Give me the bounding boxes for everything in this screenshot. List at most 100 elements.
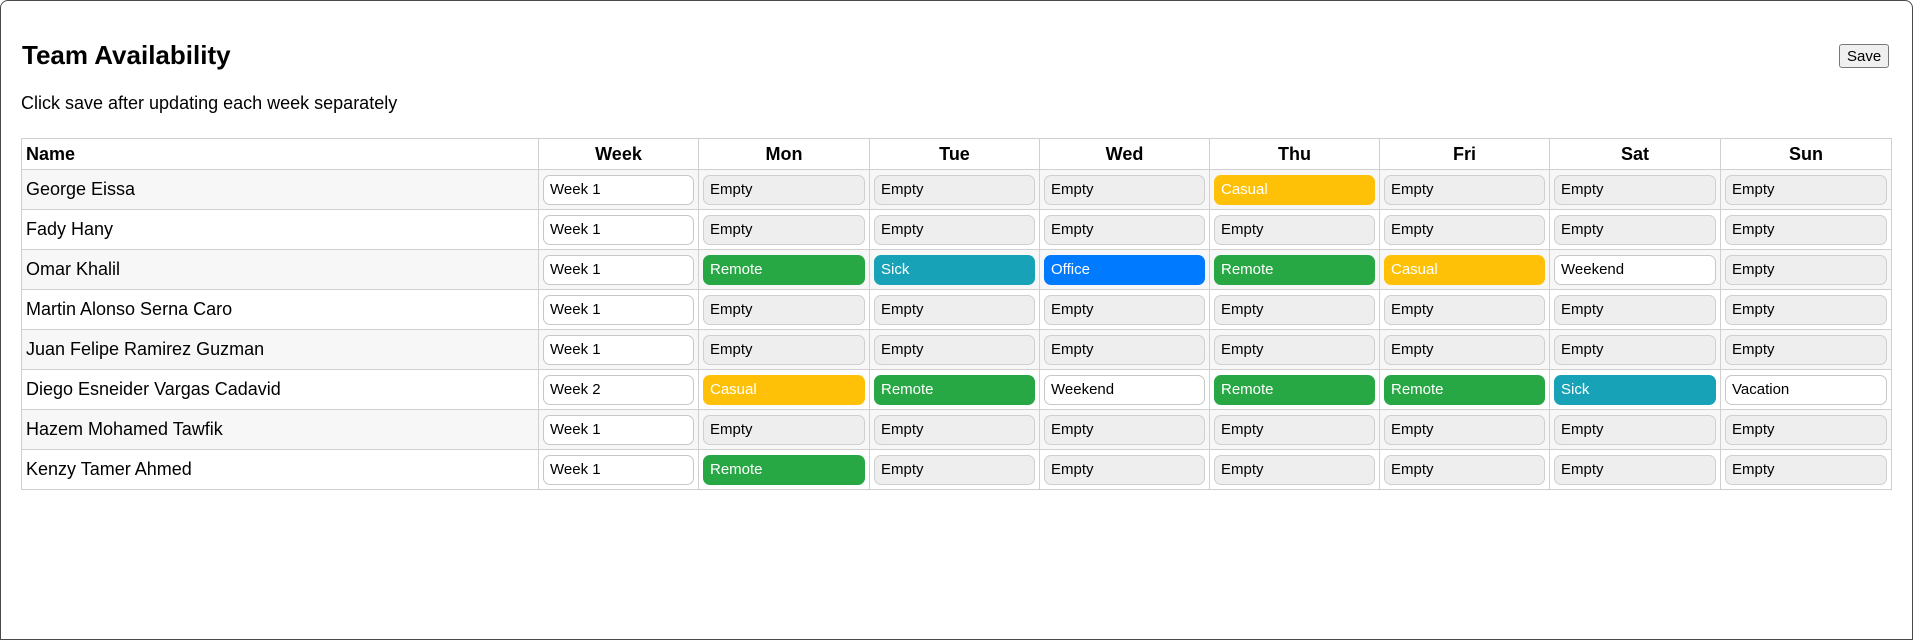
day-cell-thu: Remote <box>1209 249 1380 290</box>
status-select-thu[interactable]: Empty <box>1214 454 1375 485</box>
status-select-thu[interactable]: Remote <box>1214 374 1375 405</box>
day-cell-mon: Remote <box>698 449 870 490</box>
status-select-thu[interactable]: Empty <box>1214 334 1375 365</box>
table-row: Omar Khalil Week 1 Remote Sick Office Remote C… <box>21 249 1892 290</box>
status-select-tue[interactable]: Empty <box>874 334 1035 365</box>
status-select-sat[interactable]: Weekend <box>1554 254 1716 285</box>
status-select-fri[interactable]: Empty <box>1384 214 1545 245</box>
status-select-wed[interactable]: Empty <box>1044 334 1205 365</box>
status-select-tue[interactable]: Empty <box>874 414 1035 445</box>
status-select-sat[interactable]: Empty <box>1554 294 1716 325</box>
week-cell: Week 1 <box>538 289 699 330</box>
status-select-sun[interactable]: Empty <box>1725 214 1887 245</box>
status-select-fri[interactable]: Empty <box>1384 174 1545 205</box>
status-select-mon[interactable]: Empty <box>703 334 865 365</box>
status-select-mon[interactable]: Empty <box>703 414 865 445</box>
day-cell-sun: Empty <box>1720 409 1892 450</box>
day-cell-thu: Empty <box>1209 289 1380 330</box>
status-select-mon[interactable]: Casual <box>703 374 865 405</box>
status-select-fri[interactable]: Casual <box>1384 254 1545 285</box>
status-select-tue[interactable]: Empty <box>874 214 1035 245</box>
status-select-sun[interactable]: Vacation <box>1725 374 1887 405</box>
day-cell-sat: Empty <box>1549 169 1721 210</box>
week-select[interactable]: Week 1 <box>543 214 694 245</box>
week-select[interactable]: Week 1 <box>543 414 694 445</box>
member-name: Omar Khalil <box>21 249 539 290</box>
table-row: George Eissa Week 1 Empty Empty Empty Casual E… <box>21 169 1892 210</box>
status-select-mon[interactable]: Remote <box>703 454 865 485</box>
status-select-sun[interactable]: Empty <box>1725 334 1887 365</box>
header-mon: Mon <box>698 138 870 170</box>
week-select[interactable]: Week 2 <box>543 374 694 405</box>
week-cell: Week 2 <box>538 369 699 410</box>
status-select-sat[interactable]: Empty <box>1554 214 1716 245</box>
member-name: Hazem Mohamed Tawfik <box>21 409 539 450</box>
status-select-fri[interactable]: Empty <box>1384 454 1545 485</box>
status-select-thu[interactable]: Remote <box>1214 254 1375 285</box>
table-body: George Eissa Week 1 Empty Empty Empty Casual E… <box>21 169 1892 490</box>
status-select-tue[interactable]: Empty <box>874 294 1035 325</box>
member-name: Martin Alonso Serna Caro <box>21 289 539 330</box>
day-cell-wed: Empty <box>1039 289 1210 330</box>
week-select[interactable]: Week 1 <box>543 254 694 285</box>
day-cell-mon: Empty <box>698 169 870 210</box>
header-tue: Tue <box>869 138 1040 170</box>
status-select-wed[interactable]: Empty <box>1044 414 1205 445</box>
status-select-tue[interactable]: Remote <box>874 374 1035 405</box>
day-cell-sat: Empty <box>1549 209 1721 250</box>
status-select-mon[interactable]: Empty <box>703 174 865 205</box>
status-select-thu[interactable]: Empty <box>1214 214 1375 245</box>
header-thu: Thu <box>1209 138 1380 170</box>
week-select[interactable]: Week 1 <box>543 174 694 205</box>
day-cell-fri: Empty <box>1379 289 1550 330</box>
week-select[interactable]: Week 1 <box>543 294 694 325</box>
day-cell-sat: Empty <box>1549 289 1721 330</box>
day-cell-sat: Empty <box>1549 449 1721 490</box>
day-cell-tue: Remote <box>869 369 1040 410</box>
week-cell: Week 1 <box>538 409 699 450</box>
status-select-fri[interactable]: Empty <box>1384 334 1545 365</box>
status-select-sat[interactable]: Empty <box>1554 454 1716 485</box>
status-select-wed[interactable]: Empty <box>1044 294 1205 325</box>
status-select-wed[interactable]: Empty <box>1044 214 1205 245</box>
status-select-sun[interactable]: Empty <box>1725 294 1887 325</box>
status-select-sun[interactable]: Empty <box>1725 254 1887 285</box>
status-select-tue[interactable]: Sick <box>874 254 1035 285</box>
status-select-mon[interactable]: Remote <box>703 254 865 285</box>
status-select-thu[interactable]: Casual <box>1214 174 1375 205</box>
member-name: Diego Esneider Vargas Cadavid <box>21 369 539 410</box>
week-select[interactable]: Week 1 <box>543 454 694 485</box>
status-select-thu[interactable]: Empty <box>1214 294 1375 325</box>
header-name: Name <box>21 138 539 170</box>
week-select[interactable]: Week 1 <box>543 334 694 365</box>
status-select-thu[interactable]: Empty <box>1214 414 1375 445</box>
status-select-wed[interactable]: Weekend <box>1044 374 1205 405</box>
status-select-fri[interactable]: Empty <box>1384 294 1545 325</box>
day-cell-wed: Empty <box>1039 329 1210 370</box>
status-select-tue[interactable]: Empty <box>874 454 1035 485</box>
status-select-sat[interactable]: Sick <box>1554 374 1716 405</box>
status-select-wed[interactable]: Office <box>1044 254 1205 285</box>
day-cell-tue: Empty <box>869 409 1040 450</box>
status-select-wed[interactable]: Empty <box>1044 174 1205 205</box>
day-cell-fri: Remote <box>1379 369 1550 410</box>
status-select-fri[interactable]: Empty <box>1384 414 1545 445</box>
status-select-fri[interactable]: Remote <box>1384 374 1545 405</box>
status-select-sat[interactable]: Empty <box>1554 334 1716 365</box>
day-cell-tue: Empty <box>869 449 1040 490</box>
day-cell-fri: Empty <box>1379 449 1550 490</box>
status-select-sun[interactable]: Empty <box>1725 454 1887 485</box>
status-select-sat[interactable]: Empty <box>1554 414 1716 445</box>
day-cell-thu: Empty <box>1209 409 1380 450</box>
status-select-sun[interactable]: Empty <box>1725 414 1887 445</box>
status-select-tue[interactable]: Empty <box>874 174 1035 205</box>
day-cell-wed: Empty <box>1039 409 1210 450</box>
status-select-mon[interactable]: Empty <box>703 294 865 325</box>
status-select-sun[interactable]: Empty <box>1725 174 1887 205</box>
status-select-wed[interactable]: Empty <box>1044 454 1205 485</box>
member-name: George Eissa <box>21 169 539 210</box>
status-select-sat[interactable]: Empty <box>1554 174 1716 205</box>
day-cell-fri: Empty <box>1379 329 1550 370</box>
status-select-mon[interactable]: Empty <box>703 214 865 245</box>
save-button[interactable]: Save <box>1839 44 1890 68</box>
